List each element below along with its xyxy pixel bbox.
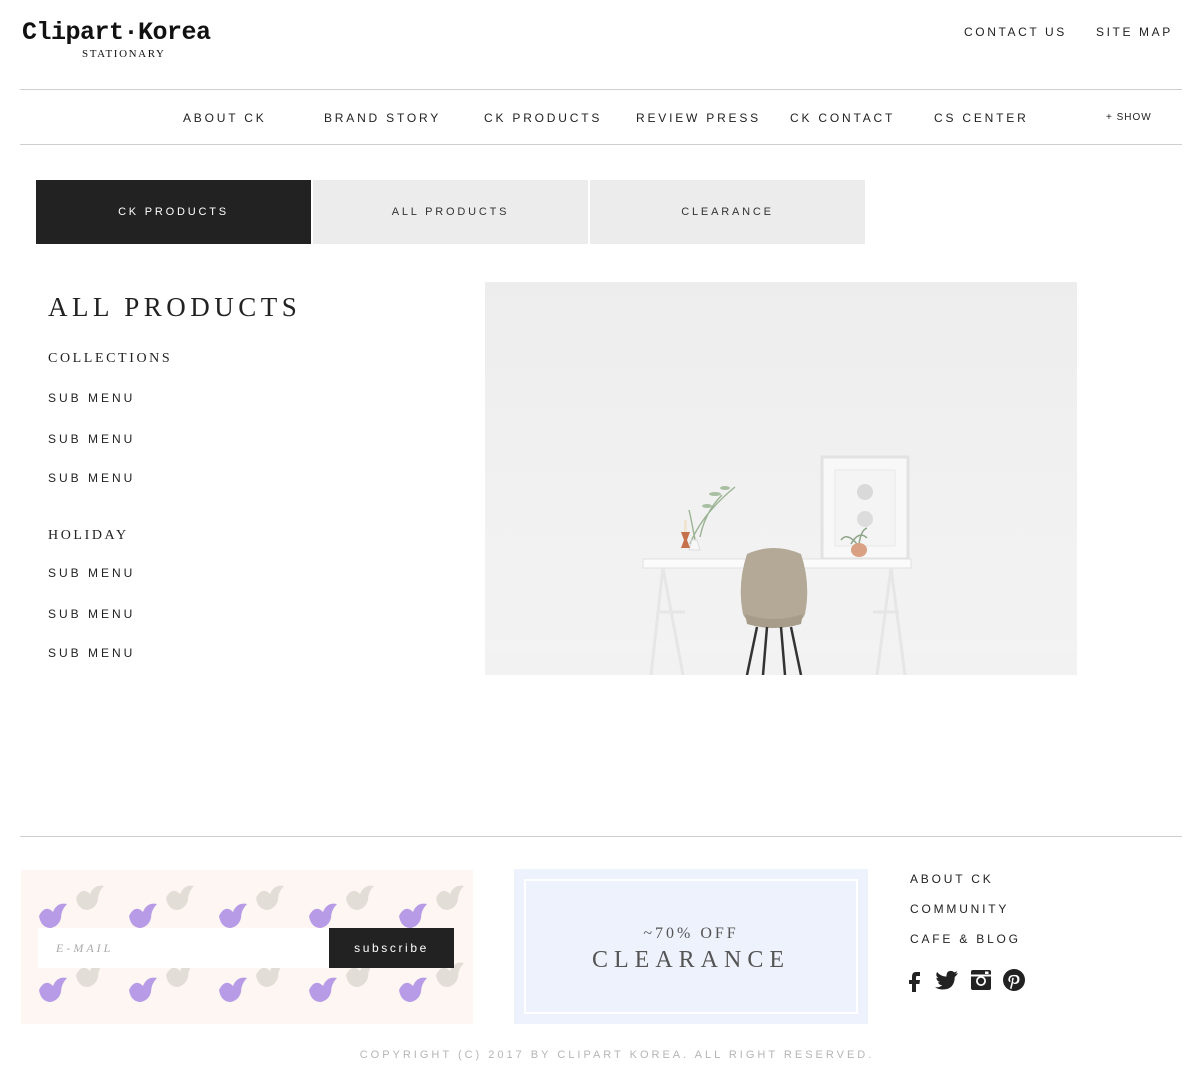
show-more-button[interactable]: + SHOW xyxy=(1106,112,1152,123)
footer-link-cafe-blog[interactable]: CAFE & BLOG xyxy=(910,932,1021,946)
sidebar-sub-menu[interactable]: SUB MENU xyxy=(48,646,135,660)
sidebar-sub-menu[interactable]: SUB MENU xyxy=(48,391,135,405)
logo-subtitle: STATIONARY xyxy=(82,48,166,60)
section-heading-collections: COLLECTIONS xyxy=(48,351,173,366)
copyright-text: COPYRIGHT (C) 2017 BY CLIPART KOREA. ALL… xyxy=(359,1049,875,1061)
instagram-icon[interactable] xyxy=(969,968,993,992)
sidebar-sub-menu[interactable]: SUB MENU xyxy=(48,607,135,621)
logo-title[interactable]: Clipart·Korea xyxy=(22,18,211,47)
subscribe-panel: subscribe xyxy=(21,870,473,1024)
section-heading-holiday: HOLIDAY xyxy=(48,528,129,543)
nav-item-brand-story[interactable]: BRAND STORY xyxy=(324,111,441,125)
facebook-icon[interactable] xyxy=(902,968,926,992)
header-divider-bottom xyxy=(20,144,1182,145)
nav-item-review-press[interactable]: REVIEW PRESS xyxy=(636,111,761,125)
clearance-title: CLEARANCE xyxy=(592,947,790,973)
sidebar-sub-menu[interactable]: SUB MENU xyxy=(48,471,135,485)
clearance-banner[interactable]: ~70% OFF CLEARANCE xyxy=(514,869,868,1024)
tab-clearance[interactable]: CLEARANCE xyxy=(590,180,865,244)
site-map-link[interactable]: SITE MAP xyxy=(1096,25,1173,39)
nav-item-ck-products[interactable]: CK PRODUCTS xyxy=(484,111,602,125)
clearance-offer-text: ~70% OFF xyxy=(643,925,739,942)
tab-ck-products[interactable]: CK PRODUCTS xyxy=(36,180,311,244)
tab-all-products[interactable]: ALL PRODUCTS xyxy=(313,180,588,244)
header-divider-top xyxy=(20,89,1182,90)
contact-us-link[interactable]: CONTACT US xyxy=(964,25,1067,39)
footer-divider xyxy=(20,836,1182,837)
nav-item-cs-center[interactable]: CS CENTER xyxy=(934,111,1029,125)
nav-item-about-ck[interactable]: ABOUT CK xyxy=(183,111,267,125)
clearance-banner-border: ~70% OFF CLEARANCE xyxy=(524,879,858,1014)
pinterest-icon[interactable] xyxy=(1002,968,1026,992)
subscribe-button[interactable]: subscribe xyxy=(329,928,454,968)
sidebar-sub-menu[interactable]: SUB MENU xyxy=(48,566,135,580)
email-field[interactable] xyxy=(38,928,330,968)
footer-link-community[interactable]: COMMUNITY xyxy=(910,902,1009,916)
page-title: ALL PRODUCTS xyxy=(48,292,302,322)
sidebar-sub-menu[interactable]: SUB MENU xyxy=(48,432,135,446)
vase-with-leaves xyxy=(681,486,736,551)
twitter-icon[interactable] xyxy=(935,968,959,992)
hero-image xyxy=(485,282,1077,675)
footer-link-about-ck[interactable]: ABOUT CK xyxy=(910,872,994,886)
nav-item-ck-contact[interactable]: CK CONTACT xyxy=(790,111,895,125)
picture-frame xyxy=(820,455,910,561)
